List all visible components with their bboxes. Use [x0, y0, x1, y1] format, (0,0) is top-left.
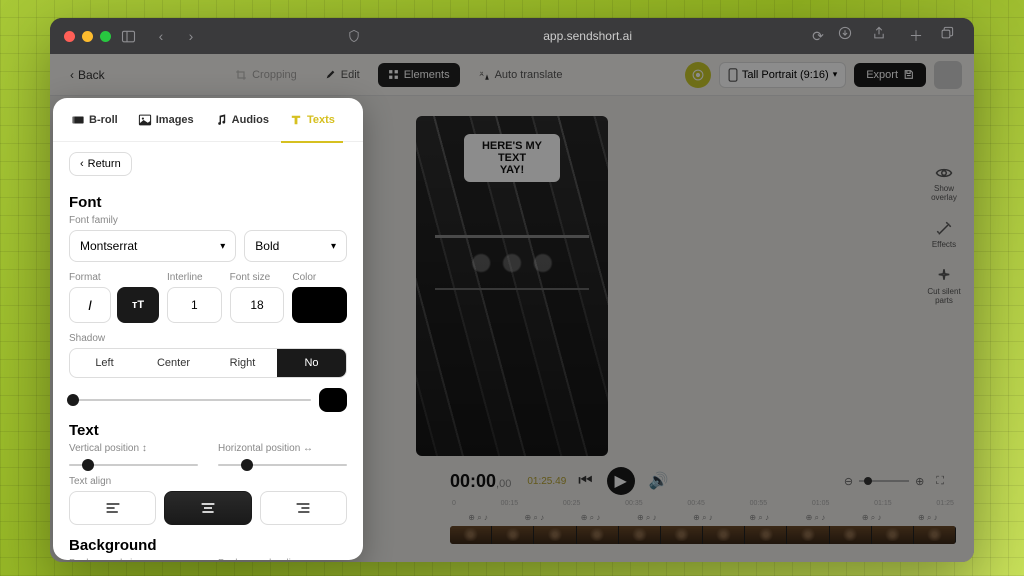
color-swatch[interactable] [292, 287, 347, 323]
return-button[interactable]: ‹ Return [69, 152, 132, 176]
bg-size-label: Background size [69, 558, 198, 560]
vertical-arrows-icon: ↕ [142, 443, 147, 454]
maximize-window-icon[interactable] [100, 31, 111, 42]
film-icon [71, 113, 85, 127]
align-label: Text align [69, 476, 347, 487]
tab-texts[interactable]: Texts [281, 107, 343, 133]
window-controls [64, 31, 111, 42]
panel-body: ‹ Return Font Font family Montserrat ▾ B… [53, 142, 363, 560]
chevron-left-icon: ‹ [80, 158, 84, 170]
close-window-icon[interactable] [64, 31, 75, 42]
tab-audios-label: Audios [232, 114, 269, 126]
address-bar[interactable]: app.sendshort.ai [377, 29, 798, 43]
align-center-icon [200, 502, 216, 514]
align-segment [69, 491, 347, 525]
refresh-icon[interactable]: ⟳ [808, 28, 828, 45]
italic-button[interactable]: I [69, 287, 111, 323]
font-family-label: Font family [69, 215, 347, 226]
font-family-dropdown[interactable]: Montserrat ▾ [69, 230, 236, 262]
shadow-right[interactable]: Right [208, 349, 277, 377]
tab-texts-label: Texts [307, 114, 335, 126]
shield-icon[interactable] [347, 29, 367, 43]
elements-panel: B-roll Images Audios Texts ‹ Re [53, 98, 363, 560]
text-heading: Text [69, 422, 347, 439]
tab-audios[interactable]: Audios [206, 107, 277, 133]
align-left-icon [105, 502, 121, 514]
fontsize-input[interactable]: 18 [230, 287, 285, 323]
bg-radius-label: Background radius [218, 558, 347, 560]
nav-back-icon[interactable]: ‹ [151, 28, 171, 44]
align-center-button[interactable] [164, 491, 251, 525]
font-weight-dropdown[interactable]: Bold ▾ [244, 230, 347, 262]
align-right-icon [295, 502, 311, 514]
shadow-label: Shadow [69, 333, 347, 344]
horizontal-arrows-icon: ↔ [303, 443, 313, 454]
return-label: Return [88, 158, 121, 170]
music-icon [214, 113, 228, 127]
tab-images-label: Images [156, 114, 194, 126]
shadow-center[interactable]: Center [139, 349, 208, 377]
titlebar: ‹ › app.sendshort.ai ⟳ ＋ [50, 18, 974, 54]
color-label: Color [292, 272, 347, 283]
app: ‹ Back Cropping Edit Elements Auto trans… [50, 54, 974, 562]
font-heading: Font [69, 194, 347, 211]
vpos-slider[interactable] [69, 464, 198, 466]
vpos-label: Vertical position ↕ [69, 443, 198, 454]
interline-value: 1 [191, 298, 198, 312]
shadow-left[interactable]: Left [70, 349, 139, 377]
interline-input[interactable]: 1 [167, 287, 222, 323]
browser-window: ‹ › app.sendshort.ai ⟳ ＋ ‹ Back [50, 18, 974, 562]
font-weight-value: Bold [255, 239, 279, 253]
shadow-color-swatch[interactable] [319, 388, 347, 412]
shadow-segment: Left Center Right No [69, 348, 347, 378]
image-icon [138, 113, 152, 127]
new-tab-icon[interactable]: ＋ [906, 26, 926, 46]
chevron-down-icon: ▾ [220, 241, 225, 252]
hpos-slider[interactable] [218, 464, 347, 466]
uppercase-button[interactable]: тT [117, 287, 159, 323]
tab-broll[interactable]: B-roll [63, 107, 126, 133]
tabs-icon[interactable] [940, 26, 960, 46]
nav-forward-icon[interactable]: › [181, 28, 201, 44]
tab-broll-label: B-roll [89, 114, 118, 126]
text-icon [289, 113, 303, 127]
align-left-button[interactable] [69, 491, 156, 525]
bg-heading: Background [69, 537, 347, 554]
font-family-value: Montserrat [80, 239, 137, 253]
download-icon[interactable] [838, 26, 858, 46]
fontsize-label: Font size [230, 272, 285, 283]
format-label: Format [69, 272, 159, 283]
share-icon[interactable] [872, 26, 892, 46]
interline-label: Interline [167, 272, 222, 283]
panel-tabs: B-roll Images Audios Texts [53, 98, 363, 142]
sidebar-toggle-icon[interactable] [121, 29, 141, 44]
minimize-window-icon[interactable] [82, 31, 93, 42]
fontsize-value: 18 [250, 298, 263, 312]
align-right-button[interactable] [260, 491, 347, 525]
tab-images[interactable]: Images [130, 107, 202, 133]
shadow-no[interactable]: No [277, 349, 346, 377]
chevron-down-icon: ▾ [331, 241, 336, 252]
hpos-label: Horizontal position ↔ [218, 443, 347, 454]
shadow-slider[interactable] [69, 399, 311, 401]
